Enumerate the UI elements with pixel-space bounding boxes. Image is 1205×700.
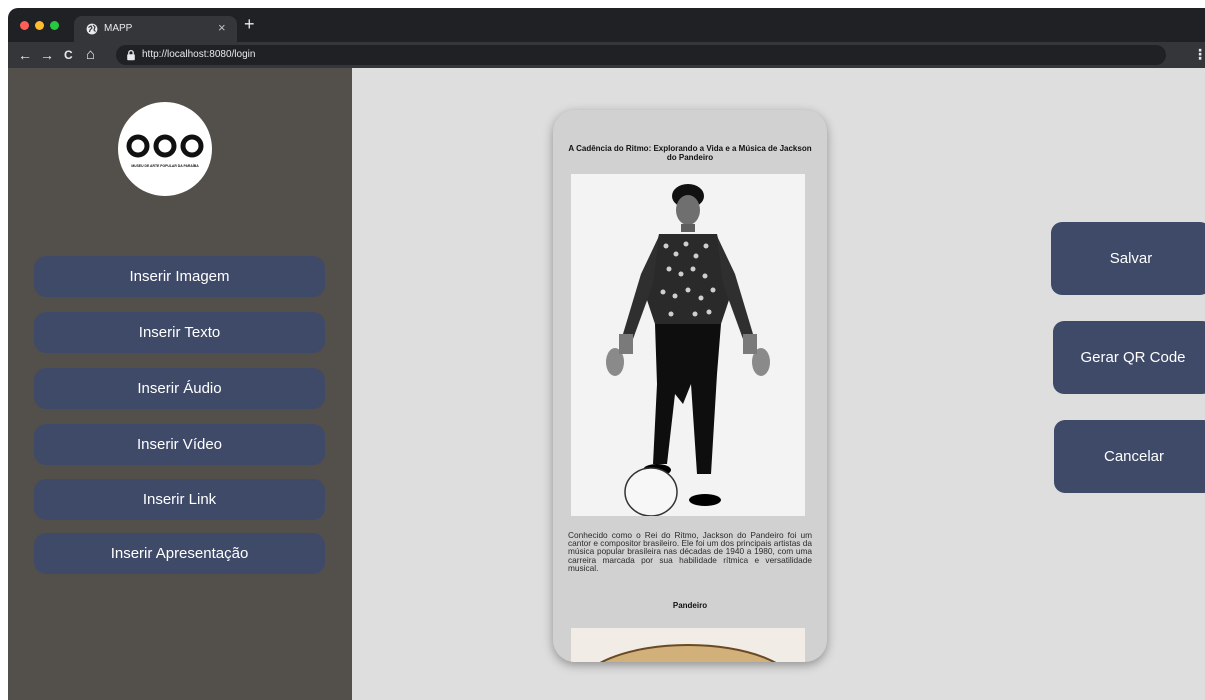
save-button[interactable]: Salvar xyxy=(1051,222,1205,295)
browser-toolbar: ← → C ⌂ http://localhost:8080/login ⋮ xyxy=(8,42,1205,68)
tab-bar: MAPP × + xyxy=(8,8,1205,42)
browser-window: MAPP × + ← → C ⌂ http://localhost:8080/l… xyxy=(8,8,1205,700)
tab-close-icon[interactable]: × xyxy=(218,20,226,35)
reload-icon[interactable]: C xyxy=(64,46,73,64)
url-text: http://localhost:8080/login xyxy=(142,49,256,60)
insert-video-button[interactable]: Inserir Vídeo xyxy=(34,424,325,465)
sidebar: MUSEU DE ARTE POPULAR DA PARAÍBA Inserir… xyxy=(8,68,352,700)
logo-caption: MUSEU DE ARTE POPULAR DA PARAÍBA xyxy=(131,164,199,168)
insert-audio-button[interactable]: Inserir Áudio xyxy=(34,368,325,409)
globe-icon xyxy=(86,23,98,35)
preview-caption: Pandeiro xyxy=(672,601,708,610)
logo-circles-icon xyxy=(126,134,204,158)
insert-presentation-button[interactable]: Inserir Apresentação xyxy=(34,533,325,574)
back-arrow-icon[interactable]: ← xyxy=(18,46,32,64)
tab-mapp[interactable]: MAPP × xyxy=(74,16,237,42)
maximize-window-dot[interactable] xyxy=(50,21,59,30)
new-tab-button[interactable]: + xyxy=(244,14,255,34)
insert-text-button[interactable]: Inserir Texto xyxy=(34,312,325,353)
forward-arrow-icon[interactable]: → xyxy=(40,46,54,64)
pandeiro-photo[interactable] xyxy=(571,628,805,662)
generate-qr-code-button[interactable]: Gerar QR Code xyxy=(1053,321,1205,394)
minimize-window-dot[interactable] xyxy=(35,21,44,30)
tab-title: MAPP xyxy=(104,23,133,34)
phone-preview[interactable]: A Cadência do Ritmo: Explorando a Vida e… xyxy=(553,110,827,662)
preview-description: Conhecido como o Rei do Ritmo, Jackson d… xyxy=(568,530,812,573)
cancel-button[interactable]: Cancelar xyxy=(1054,420,1205,493)
close-window-dot[interactable] xyxy=(20,21,29,30)
address-bar[interactable]: http://localhost:8080/login xyxy=(116,45,1166,65)
artist-photo[interactable] xyxy=(571,174,805,516)
insert-link-button[interactable]: Inserir Link xyxy=(34,479,325,520)
preview-title: A Cadência do Ritmo: Explorando a Vida e… xyxy=(568,144,812,162)
browser-menu-icon[interactable]: ⋮ xyxy=(1193,45,1205,63)
home-icon[interactable]: ⌂ xyxy=(86,46,95,64)
lock-icon xyxy=(127,49,135,61)
insert-image-button[interactable]: Inserir Imagem xyxy=(34,256,325,297)
museum-logo: MUSEU DE ARTE POPULAR DA PARAÍBA xyxy=(118,102,212,196)
